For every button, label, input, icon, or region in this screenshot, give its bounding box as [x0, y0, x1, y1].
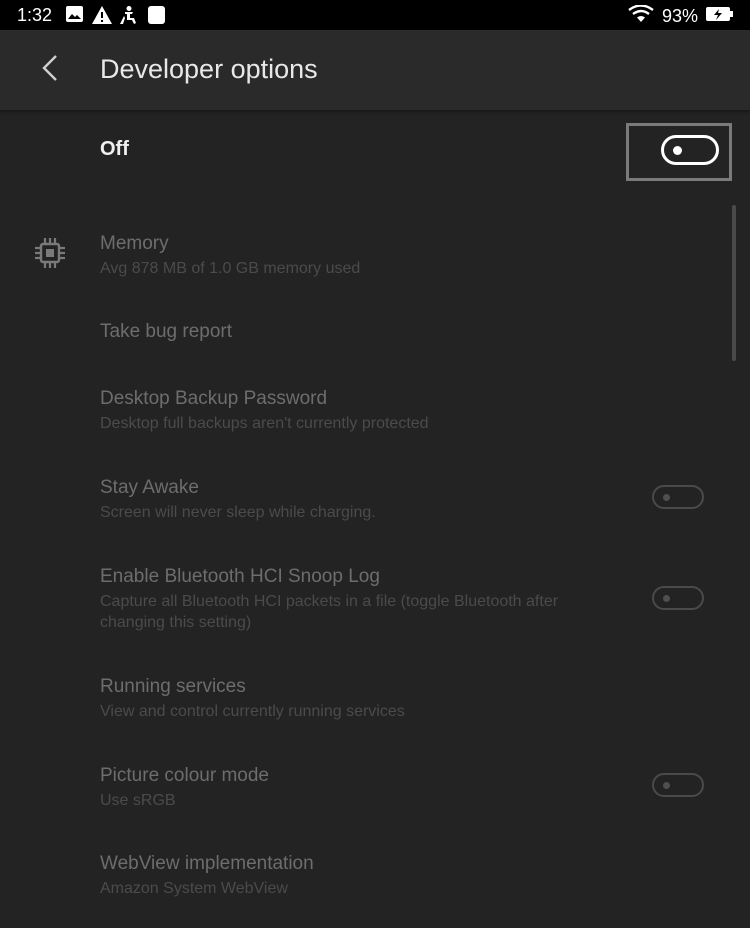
picture-colour-mode-toggle[interactable] [652, 773, 704, 797]
item-title: Desktop Backup Password [100, 388, 328, 409]
chip-icon [34, 237, 66, 274]
item-title: WebView implementation [100, 853, 314, 874]
item-subtitle: Amazon System WebView [100, 880, 288, 897]
chevron-left-icon [42, 54, 58, 87]
item-title: Memory [100, 233, 169, 254]
developer-options-master-row[interactable]: Off [0, 110, 750, 194]
item-subtitle-line2: changing this setting) [100, 614, 252, 631]
item-title: Take bug report [100, 321, 233, 342]
list-item-memory[interactable]: Memory Avg 878 MB of 1.0 GB memory used [0, 220, 720, 290]
toggle-knob [673, 146, 682, 155]
item-subtitle: Use sRGB [100, 792, 176, 809]
item-subtitle-line1: Capture all Bluetooth HCI packets in a f… [100, 593, 559, 610]
list-item-bluetooth-hci-snoop-log[interactable]: Enable Bluetooth HCI Snoop Log Capture a… [0, 553, 720, 645]
status-time: 1:32 [17, 5, 53, 25]
wifi-icon [628, 4, 654, 28]
item-subtitle: View and control currently running servi… [100, 703, 405, 720]
item-title: Stay Awake [100, 477, 199, 498]
app-bar: Developer options [0, 30, 750, 110]
toggle-knob [663, 595, 670, 602]
list-item-running-services[interactable]: Running services View and control curren… [0, 663, 720, 733]
stay-awake-toggle[interactable] [652, 485, 704, 509]
list-item-take-bug-report[interactable]: Take bug report [0, 305, 720, 361]
warning-icon [92, 6, 112, 29]
toggle-knob [663, 782, 670, 789]
app-icon [148, 6, 165, 29]
page-title: Developer options [100, 54, 318, 84]
item-title: Running services [100, 676, 246, 697]
image-icon [66, 6, 83, 27]
item-title: Picture colour mode [100, 765, 269, 786]
master-toggle[interactable] [661, 135, 719, 165]
bluetooth-hci-snoop-toggle[interactable] [652, 586, 704, 610]
list-item-picture-colour-mode[interactable]: Picture colour mode Use sRGB [0, 752, 720, 822]
toggle-knob [663, 494, 670, 501]
item-subtitle: Avg 878 MB of 1.0 GB memory used [100, 260, 361, 277]
item-subtitle: Screen will never sleep while charging. [100, 504, 376, 521]
status-bar: 1:32 93% [0, 0, 750, 30]
battery-charging-icon [706, 6, 734, 27]
battery-percent: 93% [661, 6, 698, 26]
list-item-desktop-backup-password[interactable]: Desktop Backup Password Desktop full bac… [0, 375, 720, 445]
accessibility-icon [120, 6, 140, 29]
list-item-webview-implementation[interactable]: WebView implementation Amazon System Web… [0, 840, 720, 910]
list-item-stay-awake[interactable]: Stay Awake Screen will never sleep while… [0, 464, 720, 534]
scrollbar[interactable] [732, 205, 736, 361]
master-switch-label: Off [100, 138, 129, 160]
item-subtitle: Desktop full backups aren't currently pr… [100, 415, 429, 432]
back-button[interactable] [28, 48, 72, 92]
item-title: Enable Bluetooth HCI Snoop Log [100, 566, 380, 587]
